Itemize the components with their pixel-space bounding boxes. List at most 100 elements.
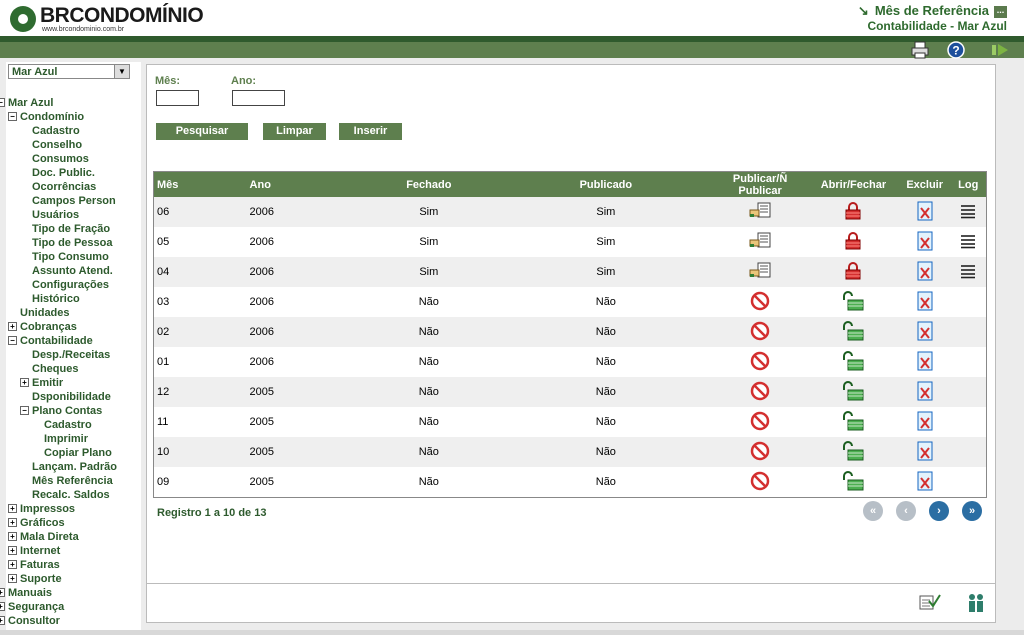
open-lock-icon[interactable] — [841, 440, 865, 465]
sidebar-item[interactable]: + Impressos — [8, 502, 75, 516]
open-lock-icon[interactable] — [841, 320, 865, 345]
search-button[interactable]: Pesquisar — [156, 123, 248, 140]
sidebar-item[interactable]: Doc. Public. — [32, 166, 95, 180]
expand-icon[interactable]: + — [8, 532, 17, 541]
next-page-button[interactable]: › — [929, 501, 949, 521]
sidebar-item[interactable]: Imprimir — [44, 432, 88, 446]
sidebar-item[interactable]: Tipo de Pessoa — [32, 236, 113, 250]
sidebar-item[interactable]: Conselho — [32, 138, 82, 152]
sidebar-item[interactable]: Unidades — [20, 306, 70, 320]
open-lock-icon[interactable] — [841, 290, 865, 315]
sidebar-item[interactable]: + Gráficos — [8, 516, 65, 530]
col-header-fechado[interactable]: Fechado — [358, 171, 500, 197]
sidebar-item[interactable]: − Mar Azul — [0, 96, 53, 110]
expand-icon[interactable]: + — [8, 518, 17, 527]
expand-icon[interactable]: + — [8, 504, 17, 513]
sidebar-item[interactable]: Cadastro — [32, 124, 80, 138]
log-list-icon[interactable] — [959, 263, 977, 282]
sidebar-item[interactable]: Cheques — [32, 362, 78, 376]
users-icon[interactable] — [965, 592, 987, 617]
expand-icon[interactable]: + — [0, 602, 5, 611]
collapse-icon[interactable]: − — [0, 98, 5, 107]
no-entry-icon[interactable] — [749, 320, 771, 345]
no-entry-icon[interactable] — [749, 470, 771, 495]
delete-icon[interactable] — [916, 321, 934, 344]
log-list-icon[interactable] — [959, 203, 977, 222]
sidebar-item[interactable]: + Consultor — [0, 614, 60, 628]
delete-icon[interactable] — [916, 201, 934, 224]
no-entry-icon[interactable] — [749, 380, 771, 405]
first-page-button[interactable]: « — [863, 501, 883, 521]
expand-icon[interactable]: + — [8, 546, 17, 555]
expand-icon[interactable]: + — [8, 574, 17, 583]
no-entry-icon[interactable] — [749, 410, 771, 435]
sidebar-item[interactable]: Usuários — [32, 208, 79, 222]
mes-input[interactable] — [156, 90, 199, 106]
sidebar-item[interactable]: Campos Person — [32, 194, 116, 208]
sidebar-item[interactable]: − Plano Contas — [20, 404, 102, 418]
last-page-button[interactable]: » — [962, 501, 982, 521]
sidebar-item[interactable]: Copiar Plano — [44, 446, 112, 460]
exit-icon[interactable] — [990, 40, 1010, 60]
closed-lock-icon[interactable] — [843, 261, 863, 284]
expand-icon[interactable]: + — [0, 616, 5, 625]
publish-hand-icon[interactable] — [749, 201, 771, 224]
col-header-mes[interactable]: Mês — [153, 171, 247, 197]
sidebar-item[interactable]: Histórico — [32, 292, 80, 306]
ano-input[interactable] — [232, 90, 285, 106]
sidebar-item[interactable]: + Segurança — [0, 600, 64, 614]
delete-icon[interactable] — [916, 471, 934, 494]
sidebar-item[interactable]: + Manuais — [0, 586, 52, 600]
sidebar-item[interactable]: Dsponibilidade — [32, 390, 111, 404]
sidebar-item[interactable]: − Contabilidade — [8, 334, 93, 348]
closed-lock-icon[interactable] — [843, 201, 863, 224]
no-entry-icon[interactable] — [749, 350, 771, 375]
delete-icon[interactable] — [916, 411, 934, 434]
publish-hand-icon[interactable] — [749, 231, 771, 254]
sidebar-item[interactable]: Configurações — [32, 278, 109, 292]
delete-icon[interactable] — [916, 441, 934, 464]
sidebar-item[interactable]: + Emitir — [20, 376, 63, 390]
sidebar-item[interactable]: + Suporte — [8, 572, 62, 586]
collapse-icon[interactable]: − — [20, 406, 29, 415]
prev-page-button[interactable]: ‹ — [896, 501, 916, 521]
sidebar-item[interactable]: + Faturas — [8, 558, 60, 572]
expand-icon[interactable]: + — [20, 378, 29, 387]
sidebar-item[interactable]: + Mala Direta — [8, 530, 79, 544]
sidebar-item[interactable]: Consumos — [32, 152, 89, 166]
edit-checklist-icon[interactable] — [919, 592, 941, 615]
sidebar-item[interactable]: − Condomínio — [8, 110, 84, 124]
condominium-select[interactable]: Mar Azul ▼ — [8, 64, 130, 79]
expand-icon[interactable]: + — [0, 588, 5, 597]
open-lock-icon[interactable] — [841, 350, 865, 375]
more-options-button[interactable]: ... — [994, 6, 1007, 18]
collapse-icon[interactable]: − — [8, 336, 17, 345]
delete-icon[interactable] — [916, 351, 934, 374]
no-entry-icon[interactable] — [749, 440, 771, 465]
sidebar-item[interactable]: Tipo Consumo — [32, 250, 109, 264]
sidebar-item[interactable]: Tipo de Fração — [32, 222, 110, 236]
sidebar-item[interactable]: Desp./Receitas — [32, 348, 110, 362]
sidebar-item[interactable]: Lançam. Padrão — [32, 460, 117, 474]
clear-button[interactable]: Limpar — [263, 123, 326, 140]
open-lock-icon[interactable] — [841, 380, 865, 405]
open-lock-icon[interactable] — [841, 410, 865, 435]
col-header-ano[interactable]: Ano — [246, 171, 359, 197]
delete-icon[interactable] — [916, 231, 934, 254]
sidebar-item[interactable]: Ocorrências — [32, 180, 96, 194]
sidebar-item[interactable]: + Internet — [8, 544, 60, 558]
collapse-icon[interactable]: − — [8, 112, 17, 121]
expand-icon[interactable]: + — [8, 322, 17, 331]
delete-icon[interactable] — [916, 261, 934, 284]
delete-icon[interactable] — [916, 291, 934, 314]
delete-icon[interactable] — [916, 381, 934, 404]
no-entry-icon[interactable] — [749, 290, 771, 315]
help-icon[interactable]: ? — [946, 40, 966, 60]
publish-hand-icon[interactable] — [749, 261, 771, 284]
sidebar-item[interactable]: Assunto Atend. — [32, 264, 113, 278]
col-header-publicado[interactable]: Publicado — [499, 171, 713, 197]
open-lock-icon[interactable] — [841, 470, 865, 495]
sidebar-item[interactable]: + Cobranças — [8, 320, 77, 334]
insert-button[interactable]: Inserir — [339, 123, 402, 140]
closed-lock-icon[interactable] — [843, 231, 863, 254]
